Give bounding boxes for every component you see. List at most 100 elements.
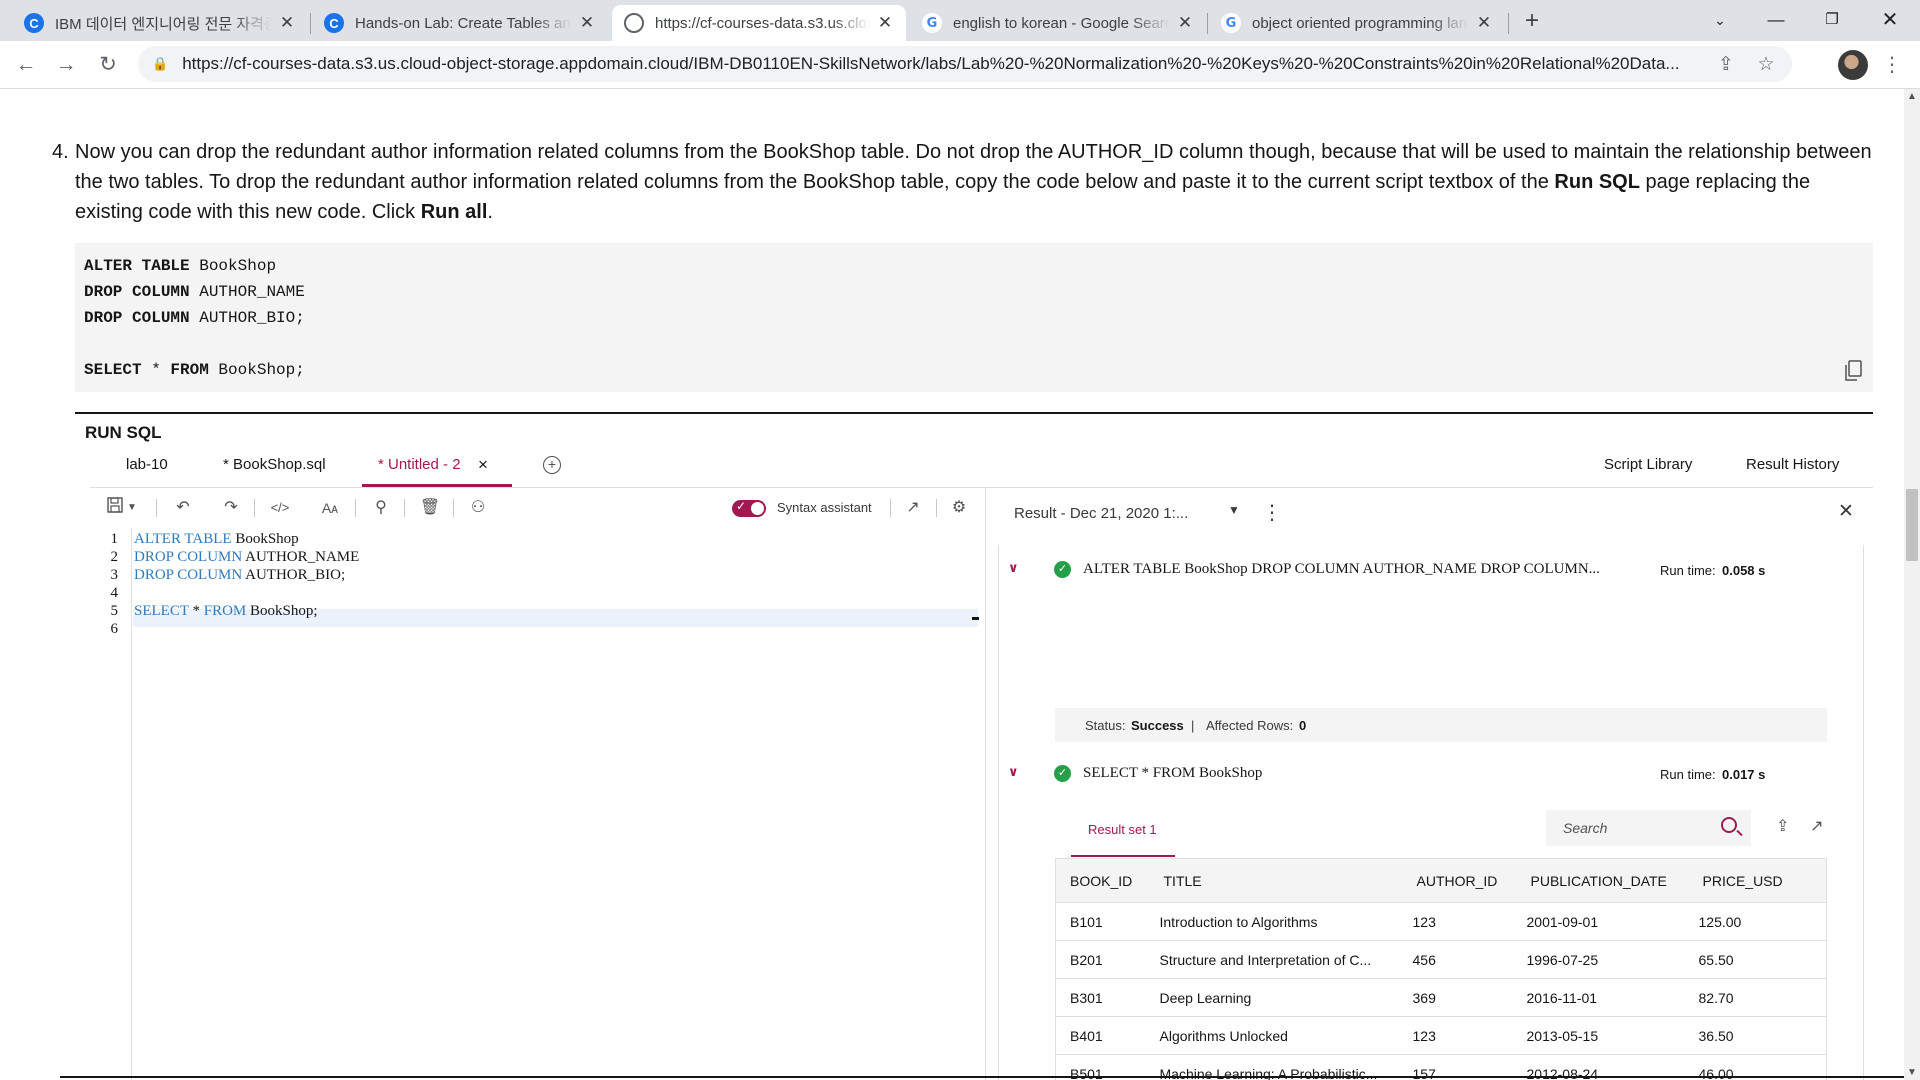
chevron-down-icon[interactable]: ▼ [120,496,144,520]
table-cell[interactable]: 2001-09-01 [1516,902,1689,941]
column-header[interactable]: PUBLICATION_DATE [1516,858,1689,903]
redo-icon[interactable]: ↷ [219,496,243,520]
caret-down-icon[interactable]: ▼ [1228,503,1240,517]
syntax-assistant-toggle[interactable]: ✓ [732,499,766,517]
close-icon[interactable]: ✕ [1176,13,1194,33]
gear-icon[interactable]: ⚙ [947,496,971,520]
browser-tab-active[interactable]: https://cf-courses-data.s3.us.cloud-obje… [612,5,906,41]
table-cell[interactable]: Algorithms Unlocked [1149,1016,1403,1055]
url-text[interactable]: https://cf-courses-data.s3.us.cloud-obje… [182,54,1698,74]
table-cell[interactable]: 2013-05-15 [1516,1016,1689,1055]
search-icon[interactable] [1721,817,1737,833]
table-cell[interactable]: 1996-07-25 [1516,940,1689,979]
close-icon[interactable]: ✕ [1838,500,1854,523]
table-cell[interactable]: 123 [1402,902,1517,941]
table-cell[interactable]: 36.50 [1688,1016,1827,1055]
scrollbar-thumb[interactable] [1906,489,1918,561]
statement-result-row[interactable]: ∨ ✓ ALTER TABLE BookShop DROP COLUMN AUT… [998,552,1863,592]
profile-avatar[interactable] [1838,50,1868,80]
forward-button[interactable]: → [50,49,82,81]
close-tab-icon[interactable]: × [478,443,488,487]
table-cell[interactable]: 2016-11-01 [1516,978,1689,1017]
code-line: DROP COLUMN AUTHOR_BIO; [134,567,345,584]
close-icon[interactable]: ✕ [1475,13,1493,33]
table-cell[interactable]: 123 [1402,1016,1517,1055]
column-header[interactable]: AUTHOR_ID [1402,858,1517,903]
share-icon[interactable]: ⇪ [1714,53,1738,76]
table-cell[interactable]: Structure and Interpretation of C... [1149,940,1403,979]
search-input[interactable]: Search [1546,810,1751,846]
scroll-up-arrow[interactable]: ▲ [1904,91,1920,102]
statement-result-row[interactable]: ∨ ✓ SELECT * FROM BookShop Run time: 0.0… [998,756,1863,796]
line-number: 5 [110,603,119,619]
table-cell[interactable]: B101 [1055,902,1150,941]
script-library-link[interactable]: Script Library [1604,443,1692,487]
table-row[interactable]: B401 Algorithms Unlocked 123 2013-05-15 36.5… [1055,1016,1827,1055]
copy-icon[interactable] [1843,360,1863,382]
table-cell[interactable]: 82.70 [1688,978,1827,1017]
close-icon[interactable]: ✕ [876,13,894,33]
scroll-down-arrow[interactable]: ▼ [1904,1067,1920,1078]
browser-tab[interactable]: C Hands-on Lab: Create Tables and Load D… [312,5,608,41]
close-icon[interactable]: ✕ [278,13,296,33]
status-label: Status: [1085,718,1126,733]
window-close-button[interactable]: ✕ [1862,0,1918,40]
table-cell[interactable]: B401 [1055,1016,1150,1055]
result-history-link[interactable]: Result History [1746,443,1839,487]
tab-lab-10[interactable]: lab-10 [126,443,168,487]
chevron-down-icon[interactable]: ∨ [1008,560,1019,576]
table-cell[interactable]: 456 [1402,940,1517,979]
address-bar[interactable]: 🔒 https://cf-courses-data.s3.us.cloud-ob… [138,46,1792,82]
browser-menu-icon[interactable]: ⋮ [1880,49,1904,81]
lock-icon[interactable]: 🔒 [152,56,168,72]
table-row[interactable]: B301 Deep Learning 369 2016-11-01 82.70 [1055,978,1827,1017]
back-button[interactable]: ← [10,49,42,81]
overflow-menu-icon[interactable]: ⋮ [1262,500,1282,525]
code-editor-textarea[interactable]: ALTER TABLE BookShop DROP COLUMN AUTHOR_… [134,528,984,1080]
tab-result-set-1[interactable]: Result set 1 [1088,822,1157,837]
table-cell[interactable]: Introduction to Algorithms [1149,902,1403,941]
delete-icon[interactable]: 🗑 [418,496,442,520]
column-header[interactable]: PRICE_USD [1688,858,1827,903]
close-icon[interactable]: ✕ [578,13,596,33]
page-scrollbar[interactable]: ▲ ▼ [1904,89,1920,1080]
code-text[interactable]: ALTER TABLE BookShop DROP COLUMN AUTHOR_… [84,253,305,383]
tab-search-button[interactable]: ⌄ [1692,0,1748,40]
new-tab-button[interactable]: + [1518,7,1546,35]
restore-button[interactable]: ❐ [1804,0,1860,40]
table-row[interactable]: B201 Structure and Interpretation of C...… [1055,940,1827,979]
schema-diagram-icon[interactable]: ⚇ [466,496,490,520]
table-cell[interactable]: B201 [1055,940,1150,979]
column-header[interactable]: BOOK_ID [1055,858,1150,903]
export-icon[interactable]: ⇪ [1776,816,1789,836]
column-header[interactable]: TITLE [1149,858,1403,903]
add-tab-icon[interactable]: + [543,456,561,474]
font-size-icon[interactable]: Aᴀ [318,496,342,520]
bookmark-star-icon[interactable]: ☆ [1754,53,1778,76]
tab-title: https://cf-courses-data.s3.us.cloud-obje… [655,14,870,32]
code-line: DROP COLUMN AUTHOR_NAME [134,549,359,566]
table-cell[interactable]: 369 [1402,978,1517,1017]
popout-icon[interactable]: ↗ [901,496,925,520]
popout-icon[interactable]: ↗ [1810,816,1823,836]
minimize-button[interactable]: — [1748,0,1804,40]
separator: | [1191,718,1195,733]
line-number: 2 [110,549,119,565]
browser-tab[interactable]: G english to korean - Google Search ✕ [910,5,1206,41]
tab-bookshop-sql[interactable]: * BookShop.sql [223,443,326,487]
table-cell[interactable]: 65.50 [1688,940,1827,979]
table-cell[interactable]: B301 [1055,978,1150,1017]
step-text: Now you can drop the redundant author in… [75,137,1875,227]
browser-tab[interactable]: C IBM 데이터 엔지니어링 전문 자격증 ✕ [12,5,308,41]
browser-tab[interactable]: G object oriented programming language ✕ [1209,5,1505,41]
undo-icon[interactable]: ↶ [171,496,195,520]
chevron-down-icon[interactable]: ∨ [1008,764,1019,780]
result-selector[interactable]: Result - Dec 21, 2020 1:... [1014,505,1188,522]
find-icon[interactable]: ⚲ [369,496,393,520]
tab-untitled-2[interactable]: * Untitled - 2 [378,443,461,487]
code-format-icon[interactable]: </> [268,496,292,520]
table-row[interactable]: B101 Introduction to Algorithms 123 2001-09… [1055,902,1827,941]
table-cell[interactable]: Deep Learning [1149,978,1403,1017]
reload-button[interactable]: ↻ [92,49,124,81]
table-cell[interactable]: 125.00 [1688,902,1827,941]
